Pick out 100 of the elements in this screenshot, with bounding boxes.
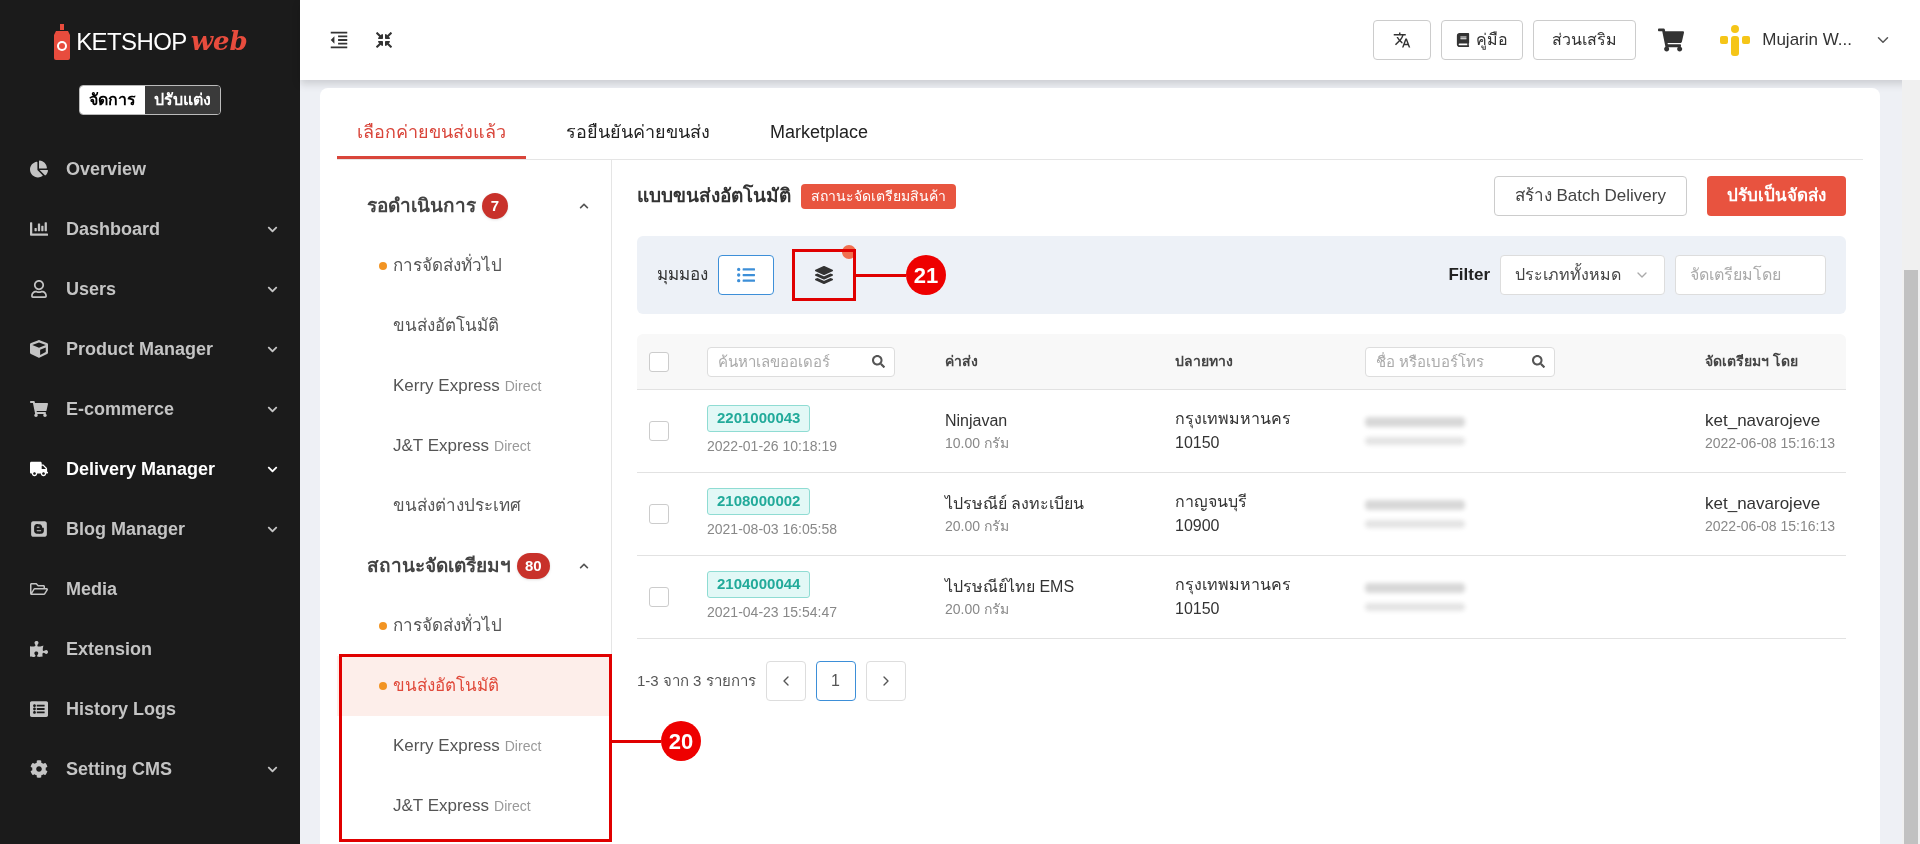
primary-button[interactable]: ปรับเป็นจัดส่ง: [1707, 176, 1846, 216]
tab[interactable]: เลือกค่ายขนส่งแล้ว: [337, 109, 526, 159]
postcode: 10900: [1175, 516, 1221, 536]
sidebar-item[interactable]: Overview: [0, 139, 300, 199]
sidebar-item[interactable]: E-commerce: [0, 379, 300, 439]
order-date: 2021-08-03 16:05:58: [707, 519, 837, 539]
carrier-name: Ninjavan: [945, 410, 1009, 431]
province-name: กาญจนบุรี: [1175, 492, 1248, 514]
column-header: ปลายทาง: [1175, 352, 1234, 371]
group-header[interactable]: รอดำเนินการ 7: [337, 176, 611, 236]
avatar-logo-icon: [1718, 23, 1753, 57]
collapse-menu-icon[interactable]: [328, 29, 350, 51]
sidebar-item[interactable]: Blog Manager: [0, 499, 300, 559]
subnav-item[interactable]: Kerry Express Direct: [337, 356, 611, 416]
parcel-weight: 20.00 กรัม: [945, 599, 1010, 619]
view-toggle[interactable]: [718, 255, 774, 295]
search-icon: [872, 354, 885, 368]
carrier-name: ไปรษณีย์ไทย EMS: [945, 576, 1076, 597]
subnav-item[interactable]: Kerry Express Direct: [337, 716, 611, 776]
subnav-item[interactable]: J&T Express Direct: [337, 416, 611, 476]
cart-icon: [30, 400, 48, 418]
outline-button[interactable]: สร้าง Batch Delivery: [1493, 176, 1687, 216]
page-button[interactable]: 1: [815, 661, 856, 701]
translate-icon: [1393, 31, 1412, 49]
sidebar-item[interactable]: Extension: [0, 619, 300, 679]
name-search-field[interactable]: ชื่อ หรือเบอร์โทร: [1365, 346, 1555, 377]
sidebar-item[interactable]: History Logs: [0, 679, 300, 739]
prepared-date: 2022-06-08 15:16:13: [1705, 434, 1835, 454]
sidebar-item[interactable]: Product Manager: [0, 319, 300, 379]
checkbox[interactable]: [649, 421, 669, 441]
carrier-name: ไปรษณีย์ ลงทะเบียน: [945, 493, 1086, 514]
sidebar-item[interactable]: Delivery Manager: [0, 439, 300, 499]
tab[interactable]: รอยืนยันค่ายขนส่ง: [546, 109, 730, 159]
sidebar-item[interactable]: Media: [0, 559, 300, 619]
count-badge: 80: [517, 553, 550, 579]
checkbox[interactable]: [649, 587, 669, 607]
leader-line: [611, 739, 661, 743]
user-icon: [30, 280, 48, 298]
truck-icon: [30, 460, 48, 478]
subnav-item[interactable]: ขนส่งอัตโนมัติ: [337, 296, 611, 356]
manual-button[interactable]: คู่มือ: [1441, 20, 1524, 60]
subnav-item[interactable]: การจัดส่งทั่วไป: [337, 596, 611, 656]
preparer-name: ket_navarojeve: [1705, 409, 1822, 432]
pie-chart-icon: [30, 160, 48, 178]
province-name: กรุงเทพมหานคร: [1175, 575, 1292, 597]
subnav-item[interactable]: J&T Express Direct: [337, 776, 611, 836]
brand-name: KETSHOP: [76, 26, 187, 57]
checkbox[interactable]: [649, 504, 669, 524]
chevron-up-icon: [579, 201, 589, 211]
parcel-weight: 10.00 กรัม: [945, 433, 1010, 453]
callout-number: 20: [661, 721, 701, 761]
type-select[interactable]: ประเภททั้งหมด: [1500, 255, 1665, 295]
sidebar-item[interactable]: Setting CMS: [0, 739, 300, 799]
status-badge: สถานะจัดเตรียมสินค้า: [801, 183, 956, 209]
checkbox[interactable]: [649, 351, 669, 372]
mode-toggle-option[interactable]: ปรับแต่ง: [145, 86, 220, 114]
settings-icon: [30, 760, 48, 778]
order-search-field[interactable]: ค้นหาเลขออเดอร์: [707, 346, 895, 377]
subnav-item[interactable]: ขนส่งอัตโนมัติ: [337, 656, 611, 716]
layers-icon: [815, 266, 833, 284]
chevron-up-icon: [579, 561, 589, 571]
book-icon: [1456, 33, 1471, 47]
prepared-date: 2022-06-08 15:16:13: [1705, 517, 1835, 537]
list-icon: [737, 266, 755, 284]
brand-suffix: web: [190, 25, 248, 58]
scrollbar[interactable]: [1902, 80, 1920, 844]
mode-toggle-option[interactable]: จัดการ: [80, 86, 145, 114]
bar-chart-icon: [30, 220, 48, 238]
callout-number: 21: [906, 255, 946, 295]
sidebar-item[interactable]: Dashboard: [0, 199, 300, 259]
prepared-by-field[interactable]: จัดเตรียมโดย: [1675, 255, 1826, 295]
cart-icon[interactable]: [1658, 28, 1685, 52]
province-name: กรุงเทพมหานคร: [1175, 409, 1292, 431]
view-label: มุมมอง: [657, 264, 708, 287]
cube-icon: [30, 340, 48, 358]
order-date: 2022-01-26 10:18:19: [707, 436, 837, 456]
highlight-frame: [792, 249, 856, 301]
user-name[interactable]: Mujarin W...: [1762, 27, 1852, 53]
parcel-weight: 20.00 กรัม: [945, 516, 1010, 536]
postcode: 10150: [1175, 433, 1221, 453]
column-header: ค่าส่ง: [945, 352, 979, 371]
list-icon: [30, 700, 48, 718]
addons-button[interactable]: ส่วนเสริม: [1533, 20, 1637, 60]
tab[interactable]: Marketplace: [750, 109, 889, 159]
filter-label: Filter: [1448, 264, 1490, 287]
postcode: 10150: [1175, 599, 1221, 619]
subnav-item[interactable]: ขนส่งต่างประเทศ: [337, 476, 611, 536]
pagination-summary: 1-3 จาก 3 รายการ: [637, 670, 756, 691]
leader-line: [856, 273, 906, 277]
subnav-item[interactable]: การจัดส่งทั่วไป: [337, 236, 611, 296]
sidebar-item[interactable]: Users: [0, 259, 300, 319]
compress-icon[interactable]: [376, 32, 392, 48]
folder-icon: [30, 580, 48, 598]
group-header[interactable]: สถานะจัดเตรียมฯ 80: [337, 536, 611, 596]
count-badge: 7: [482, 193, 508, 219]
column-header: จัดเตรียมฯ โดย: [1705, 351, 1798, 371]
preparer-name: ket_navarojeve: [1705, 492, 1822, 515]
blog-icon: [30, 520, 48, 538]
translate-button[interactable]: [1373, 20, 1432, 60]
order-date: 2021-04-23 15:54:47: [707, 602, 837, 622]
